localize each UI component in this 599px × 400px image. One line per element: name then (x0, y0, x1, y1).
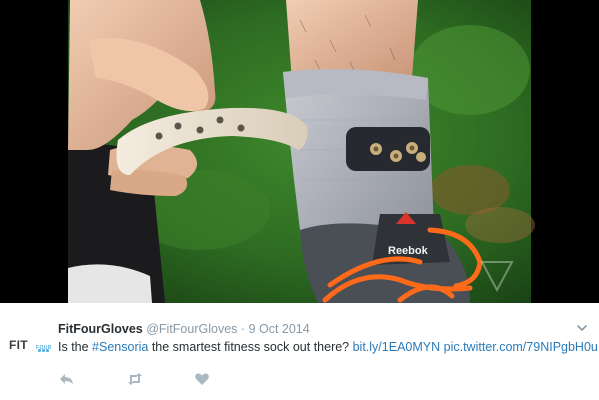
tweet-date[interactable]: 9 Oct 2014 (249, 322, 310, 336)
avatar-logo-text: FIT (9, 338, 28, 352)
shoe-brand-label: Reebok (388, 245, 429, 257)
tweet-photo[interactable]: Reebok (0, 0, 599, 303)
avatar-logo-dots (38, 339, 50, 352)
user-handle[interactable]: @FitFourGloves (146, 322, 237, 336)
heart-icon[interactable] (194, 372, 210, 386)
separator-dot: · (240, 322, 246, 336)
tweet-text-prefix: Is the (58, 340, 93, 354)
tweet-text-middle: the smartest fitness sock out there? (148, 340, 353, 354)
avatar-logo-subtext: FOUR (36, 345, 52, 351)
chevron-down-icon[interactable] (577, 323, 587, 333)
retweet-icon[interactable] (127, 372, 143, 386)
avatar[interactable]: FIT FOUR (9, 338, 51, 354)
display-name[interactable]: FitFourGloves (58, 322, 143, 336)
tweet: FIT FOUR FitFourGloves @FitFourGloves · … (0, 303, 599, 400)
tweet-text: Is the #Sensoria the smartest fitness so… (58, 340, 598, 354)
sock-photo-illustration: Reebok (0, 0, 599, 303)
tweet-header: FitFourGloves @FitFourGloves · 9 Oct 201… (58, 322, 310, 336)
pic-link[interactable]: pic.twitter.com/79NIPgbH0u (444, 340, 598, 354)
short-url-link[interactable]: bit.ly/1EA0MYN (353, 340, 441, 354)
hashtag-link[interactable]: #Sensoria (92, 340, 148, 354)
reply-icon[interactable] (59, 372, 75, 386)
